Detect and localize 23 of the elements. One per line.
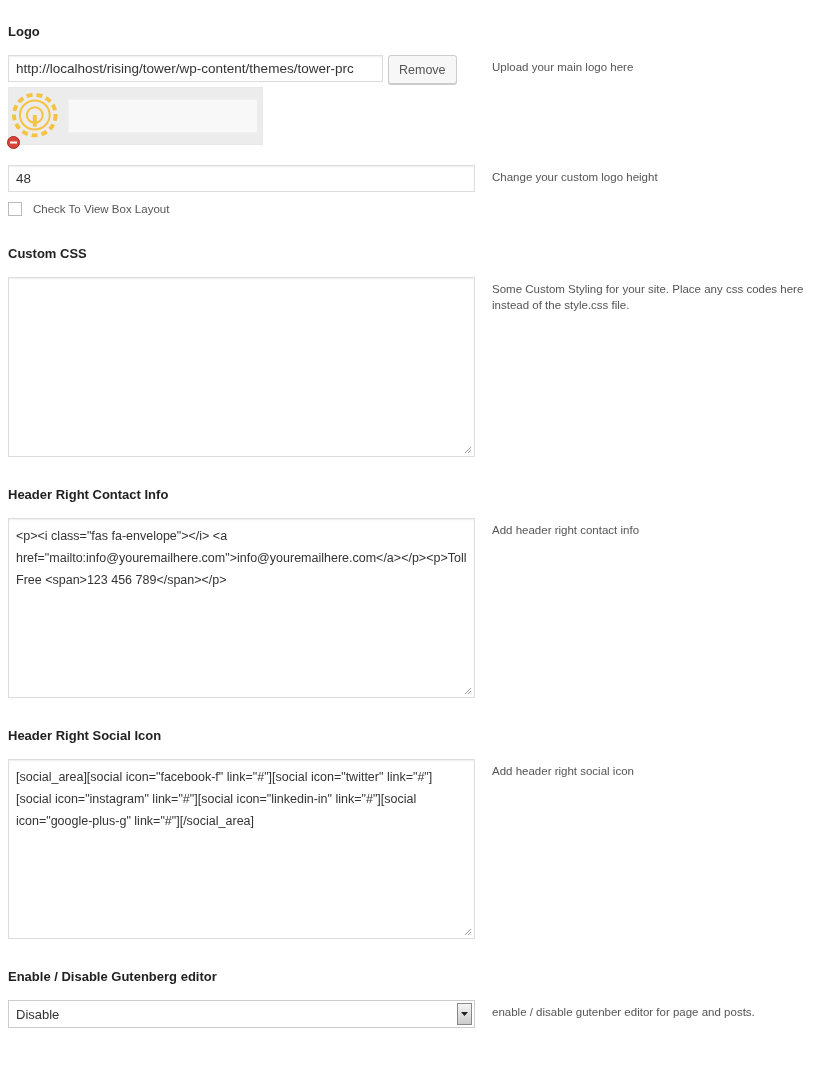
section-title: Enable / Disable Gutenberg editor xyxy=(8,969,218,986)
select-field[interactable]: Disable xyxy=(8,1000,475,1028)
field-description: Add header right contact info xyxy=(492,523,641,538)
input-field[interactable]: 48 xyxy=(8,165,475,192)
url-field[interactable]: http://localhost/rising/tower/wp-content/themes/tower-prc xyxy=(8,55,383,82)
section-title: Logo xyxy=(8,24,41,41)
section-title: Custom CSS xyxy=(8,246,88,263)
checkbox-label: Check To View Box Layout xyxy=(33,203,170,215)
resize-handle-icon[interactable] xyxy=(464,687,472,695)
resize-handle-icon[interactable] xyxy=(464,928,472,936)
text-area[interactable]: <p><i class="fas fa-envelope"></i> <a href="mailto:info@youremailhere.com">info@youremailhere.com</a></p><p>Toll Free <span>123 456 789</span></p> xyxy=(8,518,475,698)
delete-icon[interactable] xyxy=(7,136,20,149)
field-description: Upload your main logo here xyxy=(492,60,635,75)
field-description: enable / disable gutenber editor for page and posts. xyxy=(492,1005,756,1020)
text-area[interactable]: [social_area][social icon="facebook-f" link="#"][social icon="twitter" link="#"][social icon="instagram" link="#"][social icon="linkedin-in" link="#"][social icon="google-plus-g" link="#"][/social_area] xyxy=(8,759,475,939)
remove-button[interactable]: Remove xyxy=(388,55,457,84)
field-description: Change your custom logo height xyxy=(492,170,659,185)
checkbox[interactable] xyxy=(8,202,22,216)
field-description: Add header right social icon xyxy=(492,764,635,779)
section-title: Header Right Social Icon xyxy=(8,728,163,745)
field-description: Some Custom Styling for your site. Place any css codes here instead of the style.css file. xyxy=(492,282,805,313)
resize-handle-icon[interactable] xyxy=(464,446,472,454)
section-title: Header Right Contact Info xyxy=(8,487,170,504)
